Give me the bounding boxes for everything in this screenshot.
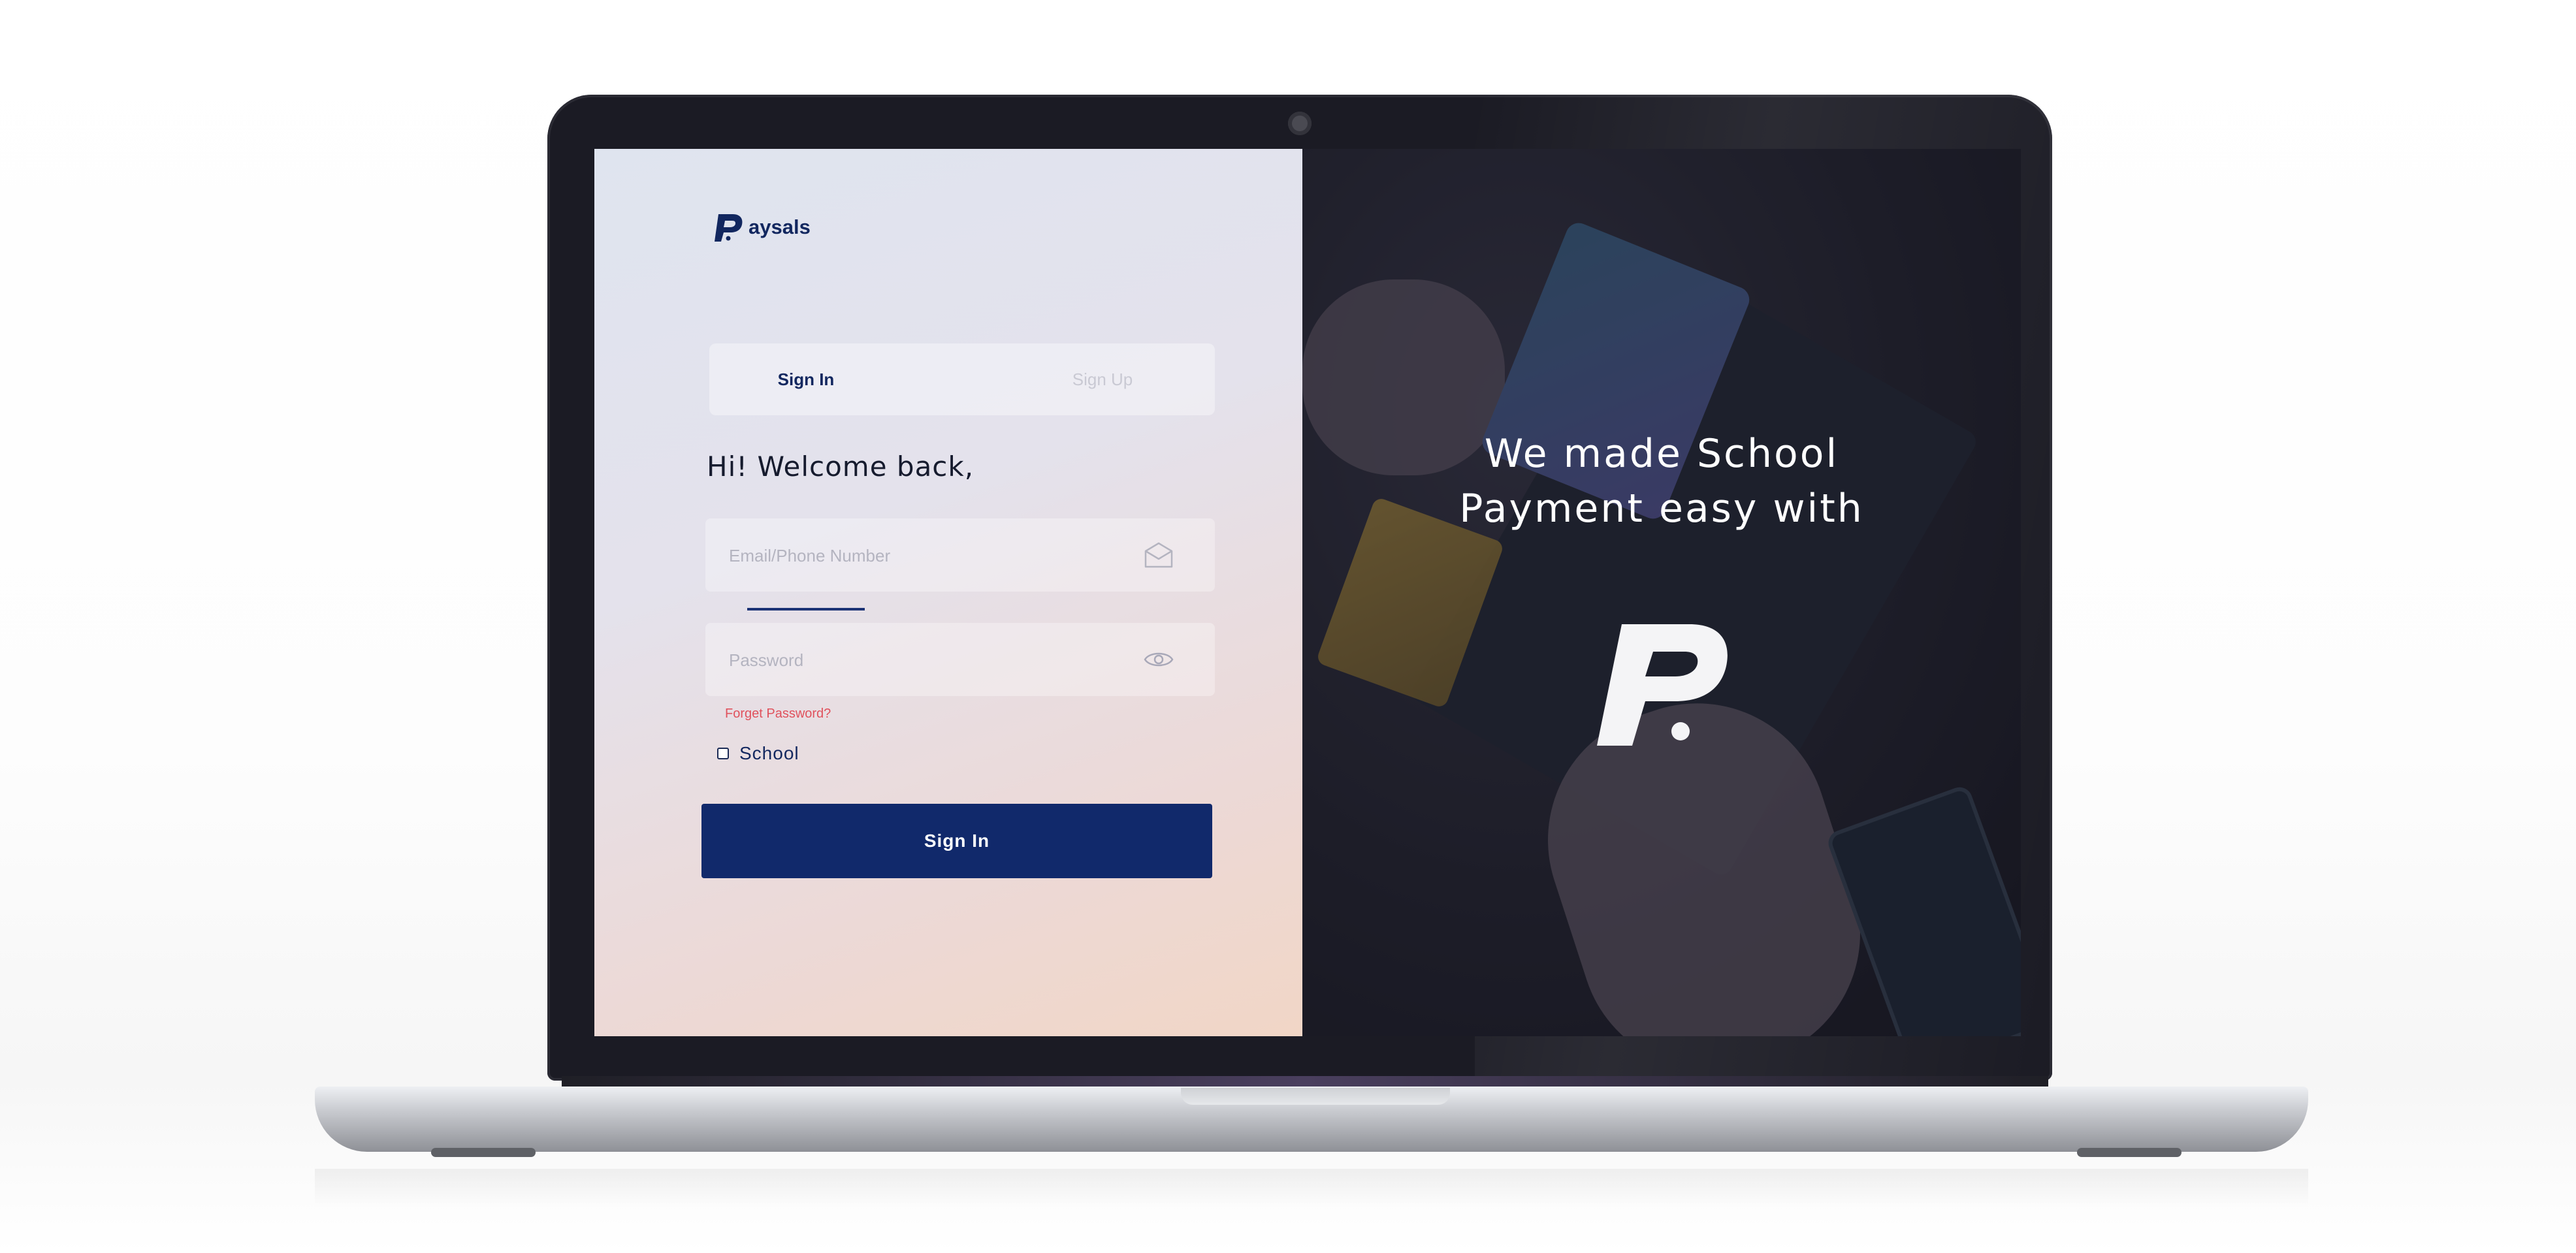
laptop-screen: aysals Sign In Sign Up Hi! Welcome back,…: [594, 149, 2021, 1036]
login-panel: aysals Sign In Sign Up Hi! Welcome back,…: [594, 149, 1302, 1036]
email-field: [705, 518, 1215, 593]
paysals-p-logo-icon: [1597, 624, 1728, 746]
active-tab-indicator: [747, 608, 865, 611]
tab-sign-up[interactable]: Sign Up: [1044, 343, 1161, 415]
surface-reflection: [315, 1169, 2308, 1208]
forgot-password-link[interactable]: Forget Password?: [725, 706, 831, 722]
camera-icon: [1288, 112, 1312, 135]
hero-overlay: [1302, 149, 2021, 1036]
laptop-foot-right: [2077, 1148, 2182, 1157]
welcome-heading: Hi! Welcome back,: [707, 451, 974, 483]
brand-name: aysals: [749, 215, 811, 238]
laptop-base: [315, 1086, 2308, 1152]
school-checkbox-label: School: [739, 743, 799, 763]
hero-tagline-line1: We made School: [1484, 431, 1839, 477]
tab-sign-in[interactable]: Sign In: [747, 343, 865, 415]
hero-panel: We made School Payment easy with: [1302, 149, 2021, 1036]
password-input[interactable]: [728, 623, 1122, 697]
laptop-notch: [1181, 1088, 1450, 1105]
email-input[interactable]: [728, 518, 1122, 593]
hero-tagline: We made School Payment easy with: [1302, 426, 2021, 536]
school-checkbox[interactable]: [717, 748, 729, 759]
school-option[interactable]: School: [717, 743, 799, 764]
sign-in-button[interactable]: Sign In: [701, 804, 1212, 878]
brand-logo[interactable]: aysals: [711, 209, 811, 246]
auth-tabs: Sign In Sign Up: [709, 343, 1215, 611]
hero-tagline-line2: Payment easy with: [1459, 486, 1864, 531]
eye-icon[interactable]: [1143, 645, 1174, 674]
laptop-foot-left: [431, 1148, 536, 1157]
envelope-icon: [1144, 542, 1173, 568]
password-field: [705, 623, 1215, 697]
paysals-p-logo-icon: [715, 214, 743, 242]
